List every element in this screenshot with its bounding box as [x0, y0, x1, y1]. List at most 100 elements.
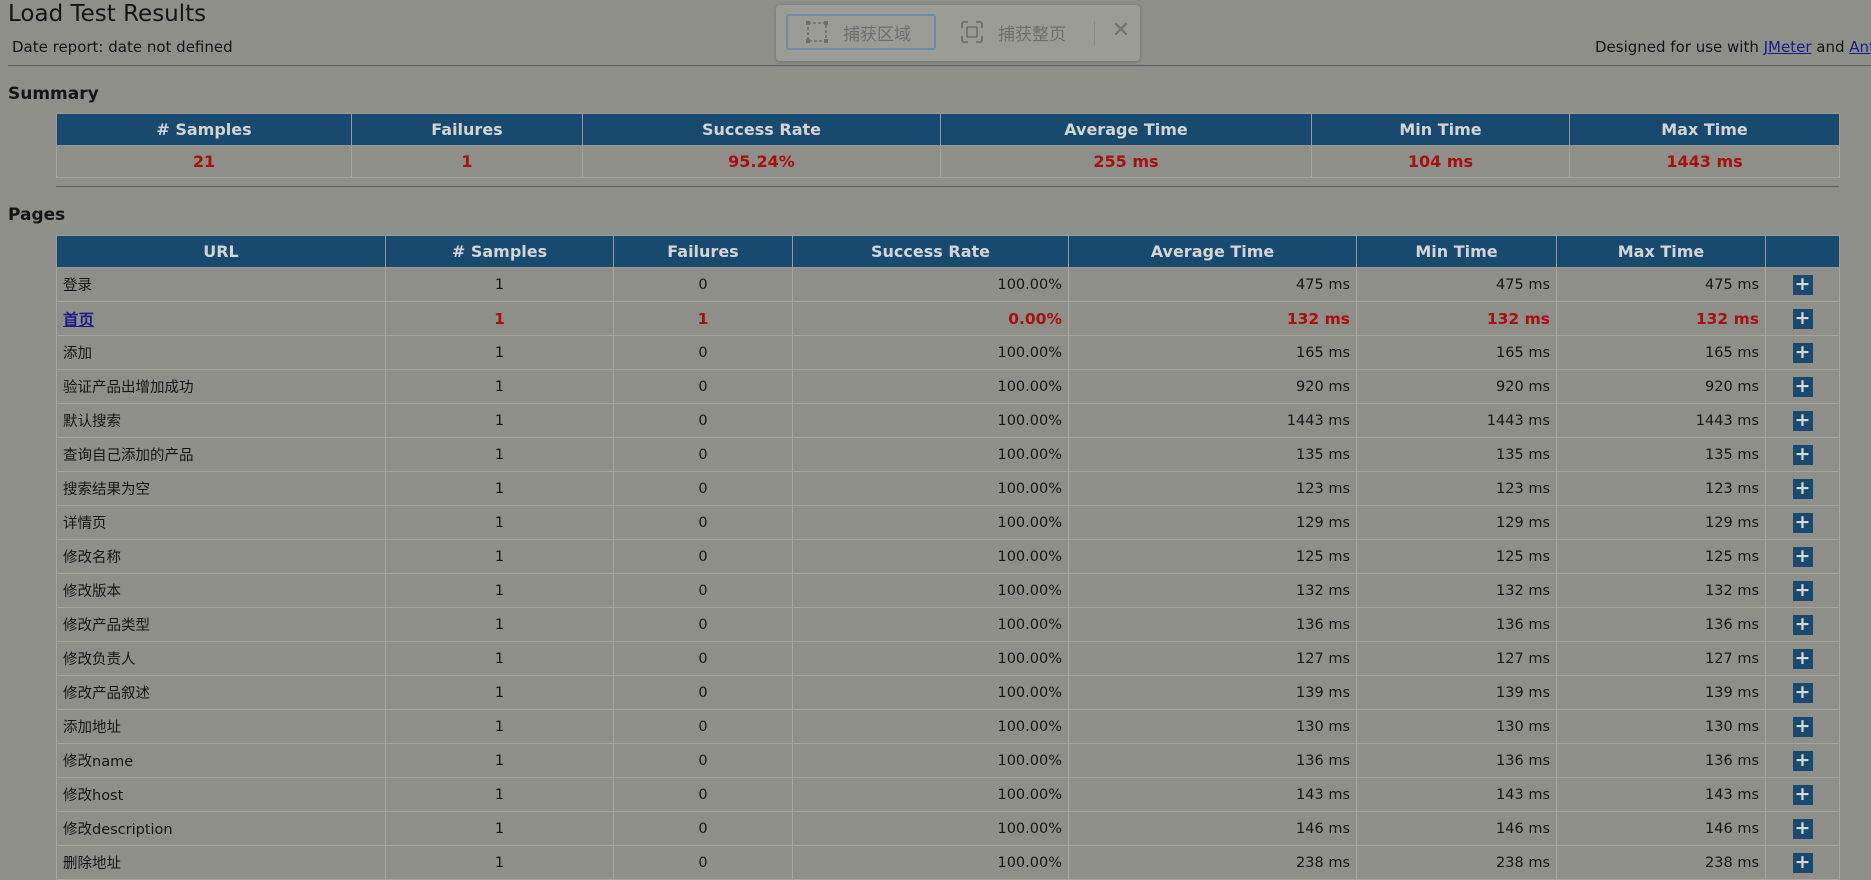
samples-cell: 1 [385, 573, 614, 608]
failures-cell: 0 [613, 607, 793, 642]
average-time-cell: 146 ms [1068, 811, 1357, 846]
capture-region-label: 捕获区域 [843, 24, 911, 45]
capture-full-page-button[interactable]: 捕获整页 [960, 14, 1080, 50]
capture-region-button[interactable]: 捕获区域 [786, 14, 936, 50]
min-time-cell: 132 ms [1356, 573, 1557, 608]
url-cell: 修改产品叙述 [56, 675, 386, 710]
plus-icon[interactable]: + [1792, 308, 1813, 329]
table-row: 修改host 1 0 100.00% 143 ms 143 ms 143 ms + [56, 777, 1840, 812]
plus-icon[interactable]: + [1792, 818, 1813, 839]
max-time-cell: 136 ms [1556, 607, 1766, 642]
failures-cell: 0 [613, 675, 793, 710]
summary-col-average-time: Average Time [940, 113, 1312, 146]
samples-cell: 1 [385, 675, 614, 710]
expand-cell: + [1765, 369, 1840, 404]
max-time-cell: 920 ms [1556, 369, 1766, 404]
plus-icon[interactable]: + [1792, 512, 1813, 533]
success-rate-cell: 100.00% [792, 437, 1069, 472]
max-time-cell: 165 ms [1556, 335, 1766, 370]
failures-cell: 0 [613, 471, 793, 506]
plus-icon[interactable]: + [1792, 716, 1813, 737]
url-cell: 修改负责人 [56, 641, 386, 676]
plus-icon[interactable]: + [1792, 750, 1813, 771]
average-time-cell: 123 ms [1068, 471, 1357, 506]
pages-table-body: 登录 1 0 100.00% 475 ms 475 ms 475 ms + 首页 1 1 0.00% 1… [56, 267, 1840, 880]
plus-icon[interactable]: + [1792, 682, 1813, 703]
failures-cell: 0 [613, 335, 793, 370]
success-rate-cell: 100.00% [792, 675, 1069, 710]
expand-cell: + [1765, 607, 1840, 642]
max-time-cell: 475 ms [1556, 267, 1766, 302]
failures-cell: 0 [613, 267, 793, 302]
failed-page-link[interactable]: 首页 [63, 311, 94, 329]
url-cell: 修改版本 [56, 573, 386, 608]
success-rate-cell: 100.00% [792, 539, 1069, 574]
close-icon[interactable]: ✕ [1106, 16, 1136, 46]
samples-cell: 1 [385, 607, 614, 642]
pages-col-max-time: Max Time [1556, 235, 1766, 268]
plus-icon[interactable]: + [1792, 444, 1813, 465]
url-cell: 默认搜索 [56, 403, 386, 438]
min-time-cell: 127 ms [1356, 641, 1557, 676]
table-row: 详情页 1 0 100.00% 129 ms 129 ms 129 ms + [56, 505, 1840, 540]
summary-row: 21 1 95.24% 255 ms 104 ms 1443 ms [56, 145, 1840, 178]
plus-icon[interactable]: + [1792, 274, 1813, 295]
success-rate-cell: 100.00% [792, 709, 1069, 744]
max-time-cell: 127 ms [1556, 641, 1766, 676]
summary-col-samples: # Samples [56, 113, 352, 146]
plus-icon[interactable]: + [1792, 614, 1813, 635]
expand-cell: + [1765, 471, 1840, 506]
failures-cell: 0 [613, 539, 793, 574]
pages-col-failures: Failures [613, 235, 793, 268]
max-time-cell: 135 ms [1556, 437, 1766, 472]
expand-cell: + [1765, 675, 1840, 710]
min-time-cell: 136 ms [1356, 743, 1557, 778]
samples-cell: 1 [385, 403, 614, 438]
header-divider [8, 65, 1871, 66]
summary-col-min-time: Min Time [1311, 113, 1570, 146]
expand-cell: + [1765, 267, 1840, 302]
plus-icon[interactable]: + [1792, 580, 1813, 601]
expand-cell: + [1765, 573, 1840, 608]
average-time-cell: 132 ms [1068, 573, 1357, 608]
plus-icon[interactable]: + [1792, 648, 1813, 669]
failures-cell: 0 [613, 573, 793, 608]
max-time-cell: 143 ms [1556, 777, 1766, 812]
plus-icon[interactable]: + [1792, 410, 1813, 431]
expand-cell: + [1765, 641, 1840, 676]
success-rate-cell: 100.00% [792, 505, 1069, 540]
url-cell: 修改name [56, 743, 386, 778]
max-time-cell: 238 ms [1556, 845, 1766, 880]
failures-cell: 0 [613, 505, 793, 540]
samples-cell: 1 [385, 539, 614, 574]
min-time-cell: 132 ms [1356, 301, 1557, 336]
plus-icon[interactable]: + [1792, 852, 1813, 873]
url-cell: 修改description [56, 811, 386, 846]
samples-cell: 1 [385, 777, 614, 812]
failures-cell: 0 [613, 641, 793, 676]
expand-cell: + [1765, 437, 1840, 472]
summary-heading: Summary [8, 84, 99, 104]
min-time-cell: 165 ms [1356, 335, 1557, 370]
success-rate-cell: 100.00% [792, 607, 1069, 642]
ant-link[interactable]: Ant [1849, 38, 1871, 56]
success-rate-cell: 100.00% [792, 369, 1069, 404]
failures-cell: 0 [613, 437, 793, 472]
max-time-cell: 132 ms [1556, 573, 1766, 608]
plus-icon[interactable]: + [1792, 376, 1813, 397]
url-cell: 修改名称 [56, 539, 386, 574]
plus-icon[interactable]: + [1792, 342, 1813, 363]
max-time-cell: 130 ms [1556, 709, 1766, 744]
plus-icon[interactable]: + [1792, 546, 1813, 567]
samples-cell: 1 [385, 369, 614, 404]
plus-icon[interactable]: + [1792, 784, 1813, 805]
min-time-cell: 129 ms [1356, 505, 1557, 540]
average-time-cell: 132 ms [1068, 301, 1357, 336]
summary-table: # Samples Failures Success Rate Average … [56, 113, 1840, 178]
success-rate-cell: 100.00% [792, 811, 1069, 846]
summary-max-time: 1443 ms [1569, 145, 1840, 178]
plus-icon[interactable]: + [1792, 478, 1813, 499]
jmeter-link[interactable]: JMeter [1764, 38, 1812, 56]
success-rate-cell: 100.00% [792, 267, 1069, 302]
summary-samples: 21 [56, 145, 352, 178]
